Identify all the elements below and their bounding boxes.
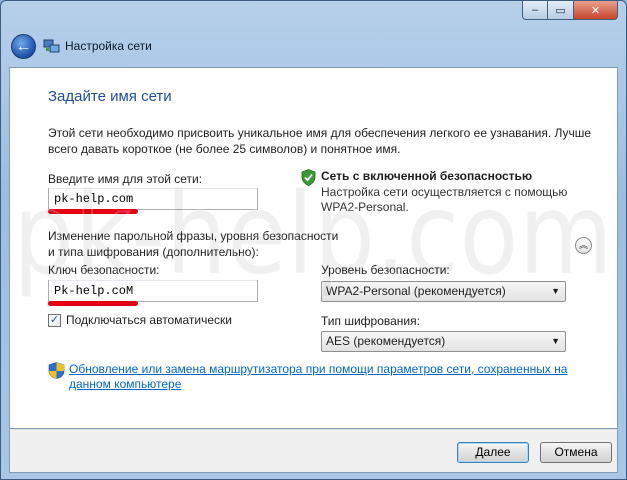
passphrase-section-label: Изменение парольной фразы, уровня безопа… — [48, 228, 338, 260]
passphrase-section-line-2: и типа шифрования (дополнительно): — [48, 245, 259, 259]
security-status-line-1: Настройка сети осуществляется с помощью — [321, 185, 568, 199]
security-status-description: Настройка сети осуществляется с помощью … — [321, 185, 567, 215]
dropdown-arrow-icon: ▼ — [551, 286, 560, 296]
passphrase-section-line-1: Изменение парольной фразы, уровня безопа… — [48, 229, 339, 243]
highlight-underline — [48, 301, 138, 306]
security-key-input[interactable]: Pk-help.coM — [48, 280, 258, 302]
security-status-title: Сеть с включенной безопасностью — [321, 169, 533, 183]
encryption-type-label: Тип шифрования: — [321, 314, 420, 328]
encryption-type-select[interactable]: AES (рекомендуется) ▼ — [321, 331, 566, 352]
encryption-type-value: AES (рекомендуется) — [326, 334, 446, 348]
shield-check-icon — [301, 169, 316, 186]
window-frame: – ▭ ✕ ← Настройка сети Задайте имя сети … — [0, 0, 627, 480]
window-title: Настройка сети — [65, 39, 152, 53]
next-button[interactable]: Далее — [457, 442, 529, 463]
dropdown-arrow-icon: ▼ — [551, 336, 560, 346]
security-key-label: Ключ безопасности: — [48, 263, 160, 277]
security-level-label: Уровень безопасности: — [321, 263, 450, 277]
uac-shield-icon — [48, 362, 65, 379]
back-button[interactable]: ← — [11, 34, 36, 59]
minimize-button[interactable]: – — [522, 1, 548, 20]
network-icon — [43, 39, 60, 53]
security-level-value: WPA2-Personal (рекомендуется) — [326, 284, 506, 298]
arrow-left-icon: ← — [15, 37, 32, 55]
close-button[interactable]: ✕ — [574, 1, 618, 20]
auto-connect-checkbox[interactable]: ✓ — [48, 314, 61, 327]
auto-connect-label[interactable]: Подключаться автоматически — [66, 313, 232, 327]
security-status-line-2: WPA2-Personal. — [321, 200, 409, 214]
wizard-footer: Далее Отмена — [9, 429, 618, 473]
page-description: Этой сети необходимо присвоить уникально… — [48, 126, 592, 156]
security-level-select[interactable]: WPA2-Personal (рекомендуется) ▼ — [321, 281, 566, 302]
collapse-button[interactable]: ︽ — [575, 237, 592, 254]
router-settings-link[interactable]: Обновление или замена маршрутизатора при… — [69, 362, 589, 392]
checkmark-icon: ✓ — [49, 314, 60, 326]
chevron-up-icon: ︽ — [578, 240, 588, 250]
network-name-input[interactable]: pk-help.com — [48, 188, 258, 210]
wizard-content: Задайте имя сети Этой сети необходимо пр… — [9, 67, 618, 429]
cancel-button[interactable]: Отмена — [540, 442, 612, 463]
highlight-underline — [48, 209, 138, 214]
page-title: Задайте имя сети — [48, 88, 172, 105]
window-controls: – ▭ ✕ — [522, 1, 618, 20]
network-name-label: Введите имя для этой сети: — [48, 172, 203, 186]
maximize-button[interactable]: ▭ — [548, 1, 574, 20]
